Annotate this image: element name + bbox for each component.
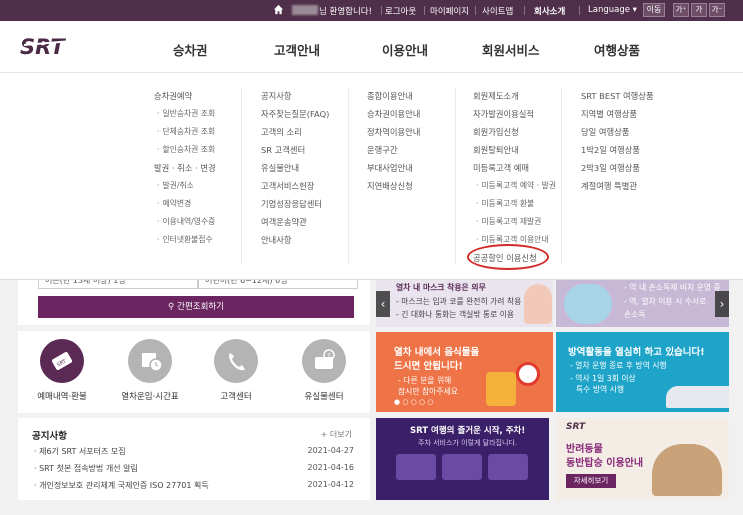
menu-item[interactable]: 할인승차권 조회	[154, 141, 216, 159]
food-banner[interactable]: 열차 내에서 음식물을 드시면 안됩니다! - 다른 분을 위해 잠시만 참아주…	[376, 332, 553, 412]
menu-item[interactable]: 미등록고객 환불	[473, 195, 556, 213]
srt-logo[interactable]: SRT	[18, 34, 88, 58]
gnb-member[interactable]: 회원서비스	[482, 40, 540, 59]
lost-item-icon: ?	[302, 339, 346, 383]
pet-detail-button[interactable]: 자세히보기	[566, 474, 616, 488]
srt-logo-small: SRT	[566, 422, 586, 432]
quick-timetable[interactable]: 열차운임·시간표	[110, 339, 190, 402]
font-size-normal-button[interactable]: 가	[691, 3, 707, 17]
carousel-dots[interactable]: ● ○ ○ ○ ○	[394, 398, 433, 406]
gnb-usage[interactable]: 이용안내	[382, 40, 428, 59]
menu-item[interactable]: 고객서비스헌장	[261, 177, 329, 195]
menu-item[interactable]: 1박2일 여행상품	[581, 141, 654, 159]
menu-item[interactable]: 미등록고객 예약 · 발권	[473, 177, 555, 195]
mask-banner[interactable]: 열차 내 마스크 착용은 의무 - 마스크는 입과 코를 완전히 가려 착용 -…	[376, 280, 553, 327]
timetable-icon	[128, 339, 172, 383]
notice-item[interactable]: · 개인정보보호 관리체계 국제인증 ISO 27701 획득 2021-04-1…	[34, 480, 354, 491]
svg-text:SRT: SRT	[20, 35, 66, 58]
menu-item[interactable]: 안내사항	[261, 231, 329, 249]
ticket-icon: SRT	[40, 339, 84, 383]
menu-item[interactable]: 예약변경	[154, 195, 216, 213]
font-size-down-button[interactable]: 가⁻	[709, 3, 725, 17]
menu-item[interactable]: SRT BEST 여행상품	[581, 87, 654, 105]
gnb-travel[interactable]: 여행상품	[594, 40, 640, 59]
banner-prev-arrow[interactable]: ‹	[376, 291, 390, 317]
parking-banner[interactable]: SRT 여행의 즐거운 시작, 주차! 주차 서비스가 이렇게 달라집니다.	[376, 418, 549, 500]
menu-item[interactable]: 일반승차권 조회	[154, 105, 216, 123]
menu-item[interactable]: 여객운송약관	[261, 213, 329, 231]
menu-item[interactable]: 정차역이용안내	[367, 123, 420, 141]
mypage-link[interactable]: 마이페이지	[430, 5, 469, 17]
banner-next-arrow[interactable]: ›	[715, 291, 729, 317]
menu-item[interactable]: 승차권이용안내	[367, 105, 420, 123]
menu-col-member: 회원제도소개자가발권이용실적회원가입신청회원탈퇴안내미등록고객 예매미등록고객 …	[473, 87, 556, 267]
menu-col-ticket: 승차권예약일반승차권 조회단체승차권 조회할인승차권 조회발권 · 취소 · 변…	[154, 87, 216, 249]
phone-icon	[214, 339, 258, 383]
menu-item[interactable]: 부대사업안내	[367, 159, 420, 177]
language-select[interactable]: Language ▾	[588, 5, 637, 15]
sanitizer-banner[interactable]: - 역 내 손소독제 비치 운영 중 - 역, 열차 이용 시 수시로 손소독	[556, 280, 729, 327]
disinfection-banner[interactable]: 방역활동을 열심히 하고 있습니다! - 열차 운행 종료 후 방역 시행 - …	[556, 332, 729, 412]
menu-item[interactable]: 회원탈퇴안내	[473, 141, 556, 159]
mega-menu: 승차권예약일반승차권 조회단체승차권 조회할인승차권 조회발권 · 취소 · 변…	[0, 73, 743, 280]
menu-col-customer: 공지사항 자주찾는질문(FAQ) 고객의 소리 SR 고객센터 유실물안내 고객서비스헌장…	[261, 87, 329, 249]
quick-reservation[interactable]: SRT 예매내역·환불	[22, 339, 102, 402]
menu-item[interactable]: 자주찾는질문(FAQ)	[261, 105, 329, 123]
language-go-button[interactable]: 이동	[643, 3, 665, 17]
gnb-ticket[interactable]: 승차권	[173, 40, 208, 59]
notice-panel: 공지사항 + 더보기 · 제6기 SRT 서포터즈 모집 2021-04-27 ·…	[18, 418, 370, 500]
menu-item[interactable]: 회원가입신청	[473, 123, 556, 141]
quick-search-button[interactable]: ⚲ 간편조회하기	[38, 296, 354, 318]
menu-item[interactable]: 고객의 소리	[261, 123, 329, 141]
menu-item[interactable]: 발권/취소	[154, 177, 216, 195]
menu-item[interactable]: 인터넷환불접수	[154, 231, 216, 249]
notice-item[interactable]: · SRT 첫본 접속방법 개선 알림 2021-04-16	[34, 463, 354, 474]
menu-item[interactable]: 당일 여행상품	[581, 123, 654, 141]
quick-lostfound[interactable]: ? 유실물센터	[284, 339, 364, 402]
menu-item[interactable]: 이용내역/영수증	[154, 213, 216, 231]
menu-item[interactable]: 미등록고객 재발권	[473, 213, 556, 231]
home-icon[interactable]	[273, 4, 284, 15]
gnb-customer[interactable]: 고객안내	[274, 40, 320, 59]
menu-item[interactable]: 기업성장응답센터	[261, 195, 329, 213]
notice-title: 공지사항	[32, 431, 67, 442]
pet-banner[interactable]: SRT 반려동물 동반탑승 이용안내 자세히보기	[556, 418, 729, 500]
logout-link[interactable]: 로그아웃	[385, 5, 416, 17]
quick-menu: SRT 예매내역·환불 열차운임·시간표 고객센터 ? 유실물센터	[18, 331, 370, 413]
main-header: SRT 승차권 고객안내 이용안내 회원서비스 여행상품	[0, 21, 743, 73]
font-size-up-button[interactable]: 가⁺	[673, 3, 689, 17]
menu-item[interactable]: 발권 · 취소 · 변경	[154, 159, 216, 177]
utility-bar: 님 환영합니다! 로그아웃 마이페이지 사이트맵 회사소개 Language ▾…	[0, 0, 743, 21]
welcome-text: 님 환영합니다!	[319, 7, 373, 17]
user-name-blurred	[292, 5, 318, 15]
menu-item[interactable]: 유실물안내	[261, 159, 329, 177]
menu-item[interactable]: 2박3일 여행상품	[581, 159, 654, 177]
menu-item[interactable]: 자가발권이용실적	[473, 105, 556, 123]
menu-item[interactable]: 승차권예약	[154, 87, 216, 105]
menu-item[interactable]: 회원제도소개	[473, 87, 556, 105]
menu-item[interactable]: 지연배상신청	[367, 177, 420, 195]
sitemap-link[interactable]: 사이트맵	[482, 5, 513, 17]
menu-item[interactable]: 단체승차권 조회	[154, 123, 216, 141]
menu-item[interactable]: 운행구간	[367, 141, 420, 159]
menu-item[interactable]: 미등록고객 예매	[473, 159, 556, 177]
notice-more-link[interactable]: + 더보기	[321, 429, 352, 440]
menu-col-usage: 종합이용안내 승차권이용안내 정차역이용안내 운행구간 부대사업안내 지연배상신청	[367, 87, 420, 195]
svg-text:?: ?	[327, 352, 331, 360]
menu-col-travel: SRT BEST 여행상품 지역별 여행상품 당일 여행상품 1박2일 여행상품 2박3…	[581, 87, 654, 195]
company-link[interactable]: 회사소개	[534, 5, 565, 17]
search-icon: ⚲	[167, 302, 178, 312]
highlight-circle	[467, 244, 549, 270]
menu-item[interactable]: 공지사항	[261, 87, 329, 105]
menu-item[interactable]: SR 고객센터	[261, 141, 329, 159]
notice-item[interactable]: · 제6기 SRT 서포터즈 모집 2021-04-27	[34, 446, 354, 457]
menu-item[interactable]: 계절여행 특별관	[581, 177, 654, 195]
quick-callcenter[interactable]: 고객센터	[196, 339, 276, 402]
menu-item[interactable]: 지역별 여행상품	[581, 105, 654, 123]
menu-item[interactable]: 종합이용안내	[367, 87, 420, 105]
